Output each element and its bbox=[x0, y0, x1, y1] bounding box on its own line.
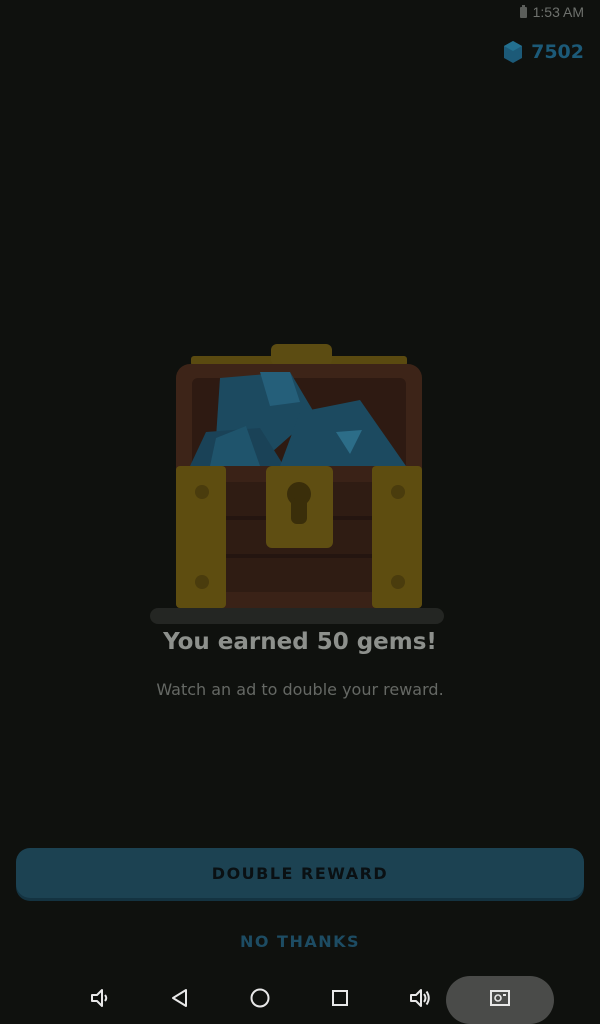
battery-icon bbox=[519, 4, 527, 18]
status-indicators: 1:53 AM bbox=[519, 4, 584, 20]
reward-title: You earned 50 gems! bbox=[163, 629, 437, 655]
recents-icon bbox=[330, 988, 350, 1012]
system-nav-bar bbox=[0, 976, 600, 1024]
gem-counter: 7502 bbox=[503, 40, 584, 64]
reward-subtitle: Watch an ad to double your reward. bbox=[156, 680, 444, 699]
gem-count: 7502 bbox=[531, 41, 584, 63]
recents-button[interactable] bbox=[316, 976, 364, 1024]
volume-up-button[interactable] bbox=[396, 976, 444, 1024]
treasure-chest-illustration bbox=[150, 342, 444, 632]
gem-icon bbox=[503, 40, 523, 64]
screenshot-button[interactable] bbox=[446, 976, 554, 1024]
home-button[interactable] bbox=[236, 976, 284, 1024]
volume-down-button[interactable] bbox=[76, 976, 124, 1024]
treasure-chest-icon bbox=[150, 344, 444, 624]
status-bar: 1:53 AM bbox=[0, 0, 600, 26]
double-reward-button[interactable]: DOUBLE REWARD bbox=[16, 848, 584, 898]
back-button[interactable] bbox=[156, 976, 204, 1024]
volume-down-icon bbox=[89, 987, 111, 1013]
home-icon bbox=[249, 987, 271, 1013]
volume-up-icon bbox=[408, 987, 432, 1013]
screenshot-icon bbox=[489, 989, 511, 1011]
status-time: 1:53 AM bbox=[532, 4, 584, 20]
back-icon bbox=[170, 988, 190, 1012]
no-thanks-button[interactable]: NO THANKS bbox=[0, 932, 600, 951]
